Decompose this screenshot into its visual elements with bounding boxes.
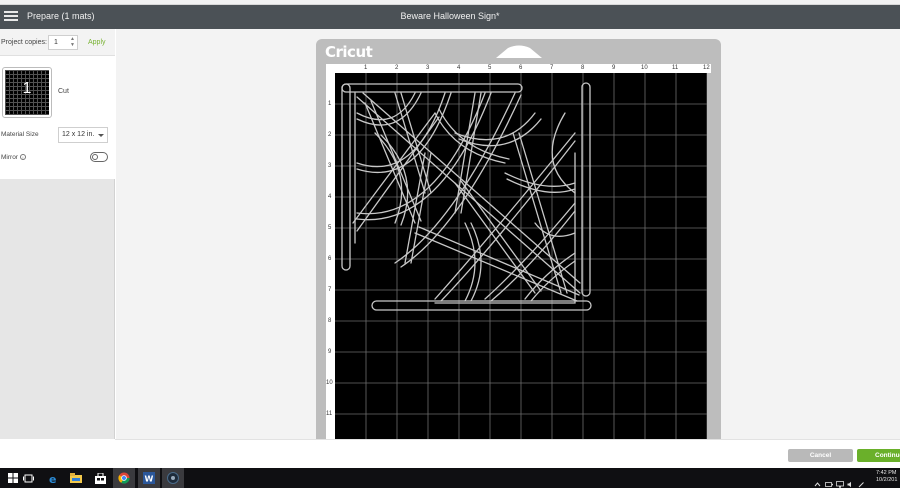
app-header: Prepare (1 mats) Beware Halloween Sign* xyxy=(0,5,900,29)
ruler-left-label: 3 xyxy=(328,163,332,169)
mat-type-label: Cut xyxy=(58,88,69,95)
file-explorer-icon[interactable] xyxy=(65,468,87,488)
material-size-select[interactable]: 12 x 12 in. xyxy=(58,127,108,143)
windows-taskbar: e W 7:42 PM 10/2/201 xyxy=(0,468,900,488)
mat-preview-canvas: Cricut 0123456789101112 1234567891011 xyxy=(116,29,900,459)
ruler-top-label: 1 xyxy=(364,65,368,71)
continue-button[interactable]: Continue xyxy=(857,449,900,462)
mat-cutting-area xyxy=(335,73,707,459)
info-icon[interactable]: i xyxy=(19,154,26,161)
clock-date: 10/2/201 xyxy=(876,477,898,483)
halloween-sign-design[interactable] xyxy=(335,73,707,459)
ruler-left-label: 10 xyxy=(326,380,333,386)
ruler-top-label: 11 xyxy=(672,65,679,71)
ruler-left-label: 7 xyxy=(328,287,332,293)
action-footer: Cancel Continue xyxy=(115,439,900,468)
cricut-design-space-icon[interactable] xyxy=(162,468,184,488)
task-view-icon[interactable] xyxy=(17,468,39,488)
ruler-top-label: 4 xyxy=(457,65,461,71)
mat-thumbnail[interactable]: 1 xyxy=(2,67,52,118)
pen-icon[interactable] xyxy=(858,475,865,487)
project-copies-input[interactable]: 1 ▲ ▼ xyxy=(48,35,78,50)
page-title: Prepare (1 mats) xyxy=(27,11,95,21)
mirror-toggle[interactable] xyxy=(90,152,108,162)
cricut-logo: Cricut xyxy=(325,43,373,61)
taskbar-clock[interactable]: 7:42 PM 10/2/201 xyxy=(876,470,897,484)
mat-handle-icon xyxy=(496,45,542,58)
ruler-top-label: 3 xyxy=(426,65,430,71)
menu-icon[interactable] xyxy=(4,9,18,25)
ruler-left-label: 8 xyxy=(328,318,332,324)
ruler-top-label: 7 xyxy=(550,65,554,71)
ruler-left-label: 2 xyxy=(328,132,332,138)
project-name: Beware Halloween Sign* xyxy=(400,11,500,21)
ruler-top-label: 5 xyxy=(488,65,492,71)
system-tray xyxy=(814,472,865,488)
stepper-down-icon[interactable]: ▼ xyxy=(70,42,75,48)
mirror-label-row: Mirror i xyxy=(1,154,26,161)
material-size-label: Material Size xyxy=(1,131,39,138)
ruler-left: 1 2 3 4 5 6 7 8 9 10 11 xyxy=(326,64,335,459)
ruler-left-label: 1 xyxy=(328,101,332,107)
copies-stepper[interactable]: ▲ ▼ xyxy=(70,36,75,48)
ruler-left-label: 6 xyxy=(328,256,332,262)
ruler-left-label: 5 xyxy=(328,225,332,231)
mat-number: 1 xyxy=(22,80,32,97)
ruler-top-label: 8 xyxy=(581,65,585,71)
word-icon[interactable]: W xyxy=(138,468,160,488)
volume-icon[interactable] xyxy=(847,475,854,487)
mat-settings-panel: Project copies: 1 ▲ ▼ Apply 1 Cut Materia… xyxy=(0,29,115,179)
svg-text:W: W xyxy=(145,475,154,484)
ruler-left-label: 9 xyxy=(328,349,332,355)
ruler-top-label: 10 xyxy=(641,65,648,71)
cutting-mat: Cricut 0123456789101112 1234567891011 xyxy=(316,39,721,459)
chrome-icon[interactable] xyxy=(113,468,135,488)
clock-time: 7:42 PM xyxy=(876,470,897,476)
chevron-up-icon[interactable] xyxy=(814,475,821,486)
battery-icon[interactable] xyxy=(825,475,833,487)
ruler-top-label: 2 xyxy=(395,65,399,71)
ruler-top-label: 6 xyxy=(519,65,523,71)
apply-button[interactable]: Apply xyxy=(88,39,106,46)
project-copies-row: Project copies: 1 ▲ ▼ Apply xyxy=(0,29,115,56)
network-icon[interactable] xyxy=(836,475,844,488)
store-icon[interactable] xyxy=(89,468,111,488)
ruler-top: 0123456789101112 xyxy=(326,64,711,73)
edge-icon[interactable]: e xyxy=(42,468,64,488)
left-panel: Project copies: 1 ▲ ▼ Apply 1 Cut Materia… xyxy=(0,29,115,439)
ruler-top-label: 9 xyxy=(612,65,616,71)
cancel-button[interactable]: Cancel xyxy=(788,449,853,462)
chevron-down-icon xyxy=(98,134,104,137)
ruler-left-label: 11 xyxy=(326,411,333,417)
project-copies-label: Project copies: xyxy=(1,39,47,46)
ruler-left-label: 4 xyxy=(328,194,332,200)
toggle-knob xyxy=(92,154,98,160)
mirror-label: Mirror xyxy=(1,154,18,161)
ruler-top-label: 12 xyxy=(703,65,710,71)
project-copies-value: 1 xyxy=(54,39,58,46)
material-size-value: 12 x 12 in. xyxy=(62,131,95,138)
svg-text:e: e xyxy=(49,473,56,484)
